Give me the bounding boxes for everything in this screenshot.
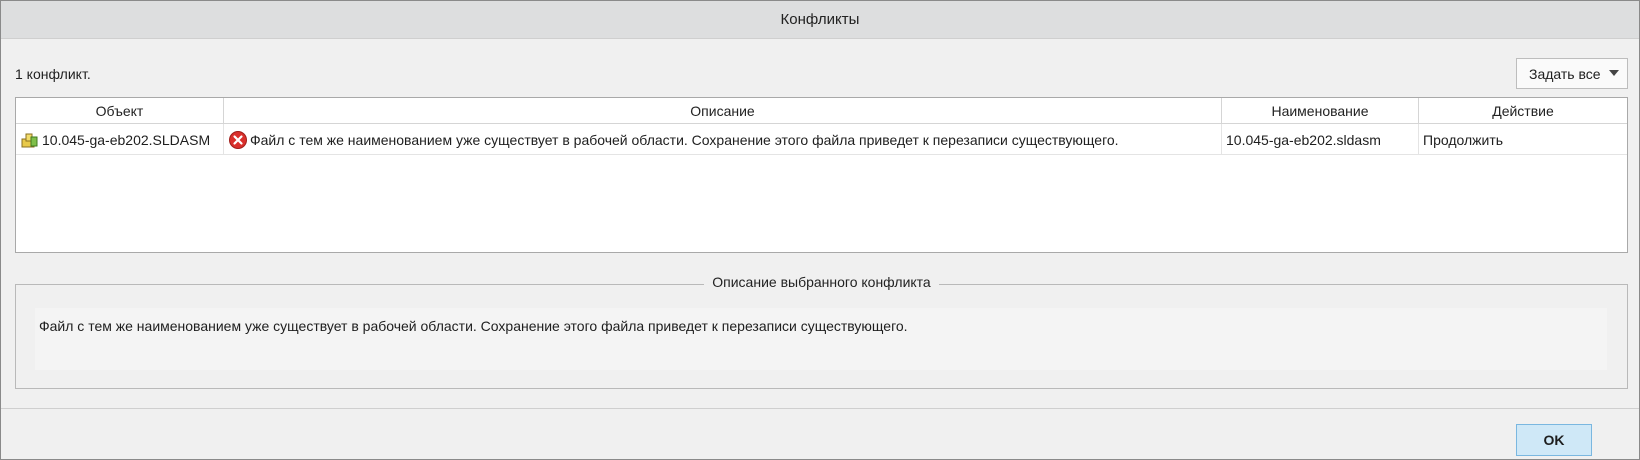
column-header-object[interactable]: Объект (16, 98, 224, 124)
conflicts-table: Объект Описание Наименование Действие 10… (15, 97, 1628, 253)
ok-button[interactable]: OK (1516, 424, 1592, 456)
set-all-label: Задать все (1529, 65, 1601, 82)
cell-name: 10.045-ga-eb202.sldasm (1222, 124, 1419, 155)
selected-conflict-details: Описание выбранного конфликта Файл с тем… (15, 274, 1628, 389)
error-icon (229, 130, 247, 149)
assembly-icon (21, 133, 38, 147)
footer-divider (1, 408, 1639, 409)
column-header-description[interactable]: Описание (224, 98, 1222, 124)
conflict-count-label: 1 конфликт. (15, 66, 91, 82)
column-header-action[interactable]: Действие (1419, 98, 1627, 124)
details-legend: Описание выбранного конфликта (16, 274, 1627, 290)
conflict-description: Файл с тем же наименованием уже существу… (250, 131, 1119, 148)
dialog-title: Конфликты (1, 1, 1639, 39)
column-header-name[interactable]: Наименование (1222, 98, 1419, 124)
table-header: Объект Описание Наименование Действие (16, 98, 1627, 124)
object-name: 10.045-ga-eb202.SLDASM (42, 131, 211, 148)
details-legend-label: Описание выбранного конфликта (704, 274, 939, 290)
cell-action[interactable]: Продолжить (1419, 124, 1627, 155)
table-row[interactable]: 10.045-ga-eb202.SLDASM Файл с тем же наи… (16, 124, 1627, 155)
cell-object: 10.045-ga-eb202.SLDASM (16, 124, 224, 155)
chevron-down-icon (1609, 70, 1619, 76)
details-text: Файл с тем же наименованием уже существу… (35, 308, 1607, 370)
conflicts-dialog: Конфликты 1 конфликт. Задать все Объект … (0, 0, 1640, 460)
cell-description: Файл с тем же наименованием уже существу… (224, 124, 1222, 155)
set-all-dropdown[interactable]: Задать все (1516, 58, 1628, 89)
